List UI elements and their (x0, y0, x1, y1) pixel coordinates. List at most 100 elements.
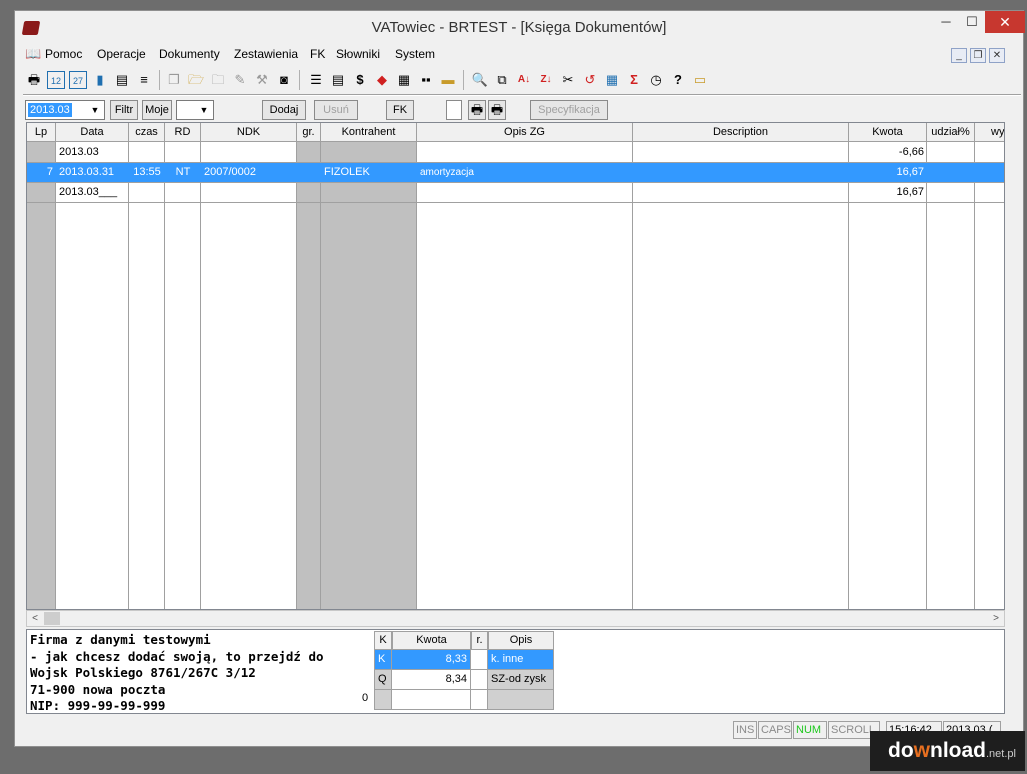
close-button[interactable]: ✕ (985, 11, 1025, 33)
blank-button[interactable] (446, 100, 462, 120)
minimize-button[interactable]: ─ (933, 11, 959, 33)
mini-cell-opis[interactable]: k. inne (488, 650, 554, 670)
cell-rd: NT (175, 166, 191, 178)
horizontal-scrollbar[interactable]: < > (26, 610, 1005, 627)
calendar-12-icon[interactable]: 12 (47, 71, 65, 89)
menu-zestawienia[interactable]: Zestawienia (234, 47, 298, 61)
help-icon[interactable]: ? (669, 71, 687, 89)
mini-cell-r[interactable] (471, 670, 488, 690)
column-header[interactable]: Kwota (849, 123, 927, 142)
add-button[interactable]: Dodaj (262, 100, 306, 120)
chevron-down-icon[interactable]: ▼ (196, 102, 212, 118)
mdi-minimize-button[interactable]: _ (951, 48, 967, 63)
calculator-icon[interactable]: ▦ (603, 71, 621, 89)
column-header[interactable]: NDK (201, 123, 297, 142)
sort-az-icon[interactable]: A↓ (515, 71, 533, 89)
open-folder-icon[interactable]: 🗁 (187, 71, 205, 89)
sort-za-icon[interactable]: Z↓ (537, 71, 555, 89)
camera-icon[interactable]: ◙ (275, 71, 293, 89)
printer-icon[interactable]: 🖶 (488, 100, 506, 120)
mini-cell-r[interactable] (471, 650, 488, 670)
company-info-line: Firma z danymi testowymi (30, 632, 211, 647)
toolbar-divider (23, 94, 1021, 96)
table-row[interactable]: 2013.03 -6,66 (27, 143, 1004, 163)
search-icon[interactable]: 🔍 (471, 71, 489, 89)
column-header[interactable]: czas (129, 123, 165, 142)
filter-bar: 2013.03 ▼ Filtr Moje ▼ Dodaj Usuń FK 🖶 🖶… (25, 98, 1021, 122)
fill-icon[interactable]: ◆ (373, 71, 391, 89)
column-header[interactable]: Kontrahent (321, 123, 417, 142)
mini-cell-k[interactable]: Q (374, 670, 392, 690)
dollar-icon[interactable]: $ (351, 71, 369, 89)
mini-cell-kwota[interactable]: 8,34 (392, 670, 471, 690)
menu-system[interactable]: System (395, 47, 435, 61)
watermark-part: .net.pl (986, 748, 1016, 760)
print-preview-icon[interactable]: 🖶 (468, 100, 486, 120)
mini-cell-opis[interactable]: SZ-od zysk (488, 670, 554, 690)
folder-icon[interactable]: 🗀 (209, 71, 227, 89)
text-icon[interactable]: ▦ (395, 71, 413, 89)
filter-button[interactable]: Filtr (110, 100, 138, 120)
mini-cell-empty[interactable] (374, 690, 392, 710)
column-header[interactable]: Description (633, 123, 849, 142)
column-header[interactable]: gr. (297, 123, 321, 142)
list-icon[interactable]: ☰ (307, 71, 325, 89)
printer-icon[interactable]: 🖶 (25, 71, 43, 89)
cell-opis: amortyzacja (420, 167, 474, 178)
menu-pomoc[interactable]: Pomoc (45, 47, 82, 61)
mini-cell-empty[interactable] (471, 690, 488, 710)
column-header[interactable]: Opis ZG (417, 123, 633, 142)
magic-wand-icon[interactable]: ⚒ (253, 71, 271, 89)
column-header[interactable]: udział% (927, 123, 975, 142)
table-row-selected[interactable]: 7 2013.03.31 13:55 NT 2007/0002 FIZOLEK … (27, 163, 1004, 183)
copy-icon[interactable]: ❐ (165, 71, 183, 89)
note-icon[interactable]: ▭ (691, 71, 709, 89)
card-icon[interactable]: ▬ (439, 71, 457, 89)
pen-icon[interactable]: ✎ (231, 71, 249, 89)
mdi-restore-button[interactable]: ❐ (970, 48, 986, 63)
menu-dokumenty[interactable]: Dokumenty (159, 47, 220, 61)
sigma-icon[interactable]: Σ (625, 71, 643, 89)
mini-header: K (374, 631, 392, 650)
ledger-icon[interactable]: ▤ (113, 71, 131, 89)
mini-cell-empty[interactable] (488, 690, 554, 710)
menu-slowniki[interactable]: Słowniki (336, 47, 380, 61)
scroll-right-button[interactable]: > (988, 611, 1004, 626)
menu-fk[interactable]: FK (310, 47, 325, 61)
find-replace-icon[interactable]: ⧉ (493, 71, 511, 89)
company-info-line: Wojsk Polskiego 8761/267C 3/12 (30, 665, 256, 680)
view-select[interactable]: ▼ (176, 100, 214, 120)
loop-icon[interactable]: ↺ (581, 71, 599, 89)
moje-button[interactable]: Moje (142, 100, 172, 120)
period-select[interactable]: 2013.03 ▼ (25, 100, 105, 120)
mini-cell-empty[interactable] (392, 690, 471, 710)
mdi-close-button[interactable]: ✕ (989, 48, 1005, 63)
table-row[interactable]: 2013.03___ 16,67 (27, 183, 1004, 203)
mini-cell-k[interactable]: K (374, 650, 392, 670)
grid-icon[interactable]: ▪▪ (417, 71, 435, 89)
bar-chart-icon[interactable]: ▮ (91, 71, 109, 89)
column-header[interactable]: RD (165, 123, 201, 142)
delete-button[interactable]: Usuń (314, 100, 358, 120)
company-info-line: NIP: 999-99-99-999 (30, 698, 166, 713)
udzial-column (927, 142, 975, 609)
maximize-button[interactable]: ☐ (959, 11, 985, 33)
menu-operacje[interactable]: Operacje (97, 47, 146, 61)
document-icon[interactable]: ≡ (135, 71, 153, 89)
fk-button[interactable]: FK (386, 100, 414, 120)
column-header[interactable]: Data (56, 123, 129, 142)
cell-lp: 7 (46, 166, 53, 178)
chevron-down-icon[interactable]: ▼ (87, 102, 103, 118)
menu-bar: 📖 Pomoc Operacje Dokumenty Zestawienia F… (23, 45, 1021, 65)
specification-button[interactable]: Specyfikacja (530, 100, 608, 120)
clock-icon[interactable]: ◷ (647, 71, 665, 89)
calendar-27-icon[interactable]: 27 (69, 71, 87, 89)
scissors-icon[interactable]: ✂ (559, 71, 577, 89)
data-column (56, 142, 129, 609)
column-header[interactable]: Lp (27, 123, 56, 142)
scroll-left-button[interactable]: < (27, 611, 43, 626)
scrollbar-thumb[interactable] (44, 612, 60, 625)
lines-icon[interactable]: ▤ (329, 71, 347, 89)
column-header[interactable]: wy (975, 123, 1004, 142)
mini-cell-kwota[interactable]: 8,33 (392, 650, 471, 670)
